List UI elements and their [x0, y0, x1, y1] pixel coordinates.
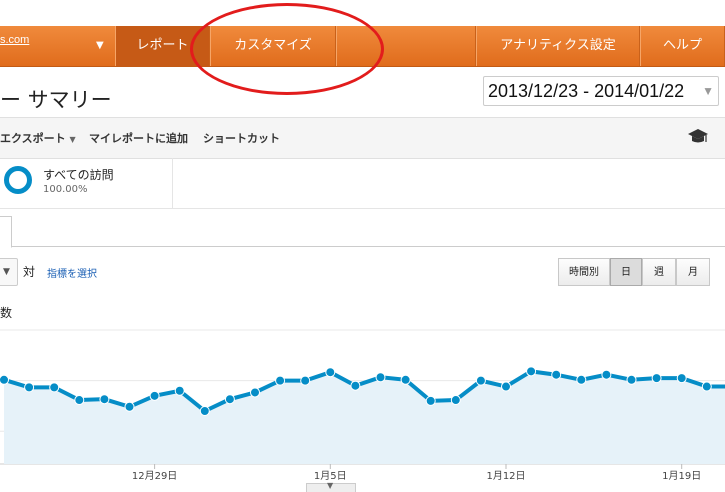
chart-point[interactable]: [350, 380, 361, 391]
chart-point[interactable]: [400, 374, 411, 385]
nav-tab-blank: [336, 26, 476, 66]
report-toolbar: エクスポート ▼ マイレポートに追加 ショートカット: [0, 117, 725, 159]
nav-tab-reports[interactable]: レポート: [115, 26, 210, 66]
x-axis-tick-label: 1月5日: [314, 470, 347, 480]
vs-label: 対: [23, 265, 36, 279]
chart-point[interactable]: [626, 374, 637, 385]
chart-point[interactable]: [224, 394, 235, 405]
nav-tab-help[interactable]: ヘルプ: [640, 26, 725, 66]
period-week-button[interactable]: 週: [642, 258, 676, 286]
account-dropdown-icon[interactable]: ▼: [96, 40, 104, 51]
select-metric-link[interactable]: 指標を選択: [47, 265, 97, 280]
nav-tab-label: カスタマイズ: [234, 38, 312, 53]
chevron-down-icon: ▼: [3, 267, 10, 277]
chart-point[interactable]: [99, 394, 110, 405]
chart-point[interactable]: [24, 382, 35, 393]
date-range-picker[interactable]: 2013/12/23 - 2014/01/22 ▼: [483, 76, 719, 106]
period-day-button[interactable]: 日: [610, 258, 642, 286]
chart-point[interactable]: [199, 406, 210, 416]
metric-label: 数: [0, 306, 13, 320]
metric-dropdown[interactable]: ▼: [0, 258, 18, 286]
chevron-down-icon: ▼: [69, 135, 76, 144]
chart-point[interactable]: [250, 387, 260, 398]
chart-point[interactable]: [174, 385, 185, 396]
chart-point[interactable]: [74, 395, 85, 406]
chart-point[interactable]: [325, 367, 336, 378]
nav-tab-label: レポート: [136, 38, 189, 53]
chart-point[interactable]: [149, 390, 160, 401]
export-label: エクスポート: [0, 132, 66, 145]
chart-area-fill: [4, 371, 725, 464]
shortcut-button[interactable]: ショートカット: [203, 130, 280, 146]
chart-point[interactable]: [576, 374, 587, 385]
nav-tab-label: ヘルプ: [662, 38, 702, 53]
tab-overview[interactable]: [0, 216, 12, 248]
segment-area: すべての訪問 100.00%: [0, 158, 725, 209]
report-tab-strip: [0, 212, 725, 248]
chart-resize-handle[interactable]: ▼: [306, 481, 356, 492]
account-link[interactable]: s.com: [0, 34, 29, 46]
period-month-button[interactable]: 月: [676, 258, 710, 286]
chart-point[interactable]: [450, 395, 461, 406]
chart-point[interactable]: [601, 369, 612, 380]
chart-point[interactable]: [551, 369, 562, 380]
x-axis-tick-label: 12月29日: [132, 470, 177, 480]
nav-tab-customize[interactable]: カスタマイズ: [210, 26, 336, 66]
segment-percent: 100.00%: [43, 184, 88, 195]
date-range-text: 2013/12/23 - 2014/01/22: [488, 81, 685, 101]
chart-point[interactable]: [676, 373, 687, 384]
top-nav-bar: s.com ▼ レポート カスタマイズ アナリティクス設定 ヘルプ: [0, 26, 725, 67]
segment-divider: [172, 158, 173, 208]
period-hourly-button[interactable]: 時間別: [558, 258, 610, 286]
x-axis-tick-label: 1月19日: [662, 470, 701, 480]
line-chart: 12月29日 1月5日 1月12日 1月19日: [0, 329, 725, 480]
chevron-down-icon: ▼: [327, 481, 334, 490]
segment-name[interactable]: すべての訪問: [43, 166, 114, 183]
chart-point[interactable]: [300, 375, 311, 386]
export-button[interactable]: エクスポート ▼: [0, 130, 76, 146]
graduation-cap-icon[interactable]: [688, 127, 708, 145]
chart-point[interactable]: [501, 381, 511, 392]
chart-point[interactable]: [651, 373, 662, 384]
add-to-dashboard-button[interactable]: マイレポートに追加: [89, 130, 188, 146]
chart-point[interactable]: [375, 372, 386, 383]
chart-point[interactable]: [0, 374, 9, 385]
nav-tab-label: アナリティクス設定: [500, 38, 616, 53]
chart-point[interactable]: [124, 401, 135, 412]
nav-tab-analytics-settings[interactable]: アナリティクス設定: [476, 26, 640, 66]
page-title: ー サマリー: [0, 88, 112, 112]
segment-ring-icon: [4, 166, 32, 194]
chart-point[interactable]: [526, 366, 537, 377]
chart-point[interactable]: [475, 375, 486, 386]
chart-point[interactable]: [701, 381, 712, 392]
x-axis-tick-label: 1月12日: [486, 470, 525, 480]
chart-point[interactable]: [49, 382, 60, 393]
chart-point[interactable]: [275, 375, 286, 386]
chart-point[interactable]: [425, 395, 436, 406]
chevron-down-icon[interactable]: ▼: [702, 77, 714, 105]
